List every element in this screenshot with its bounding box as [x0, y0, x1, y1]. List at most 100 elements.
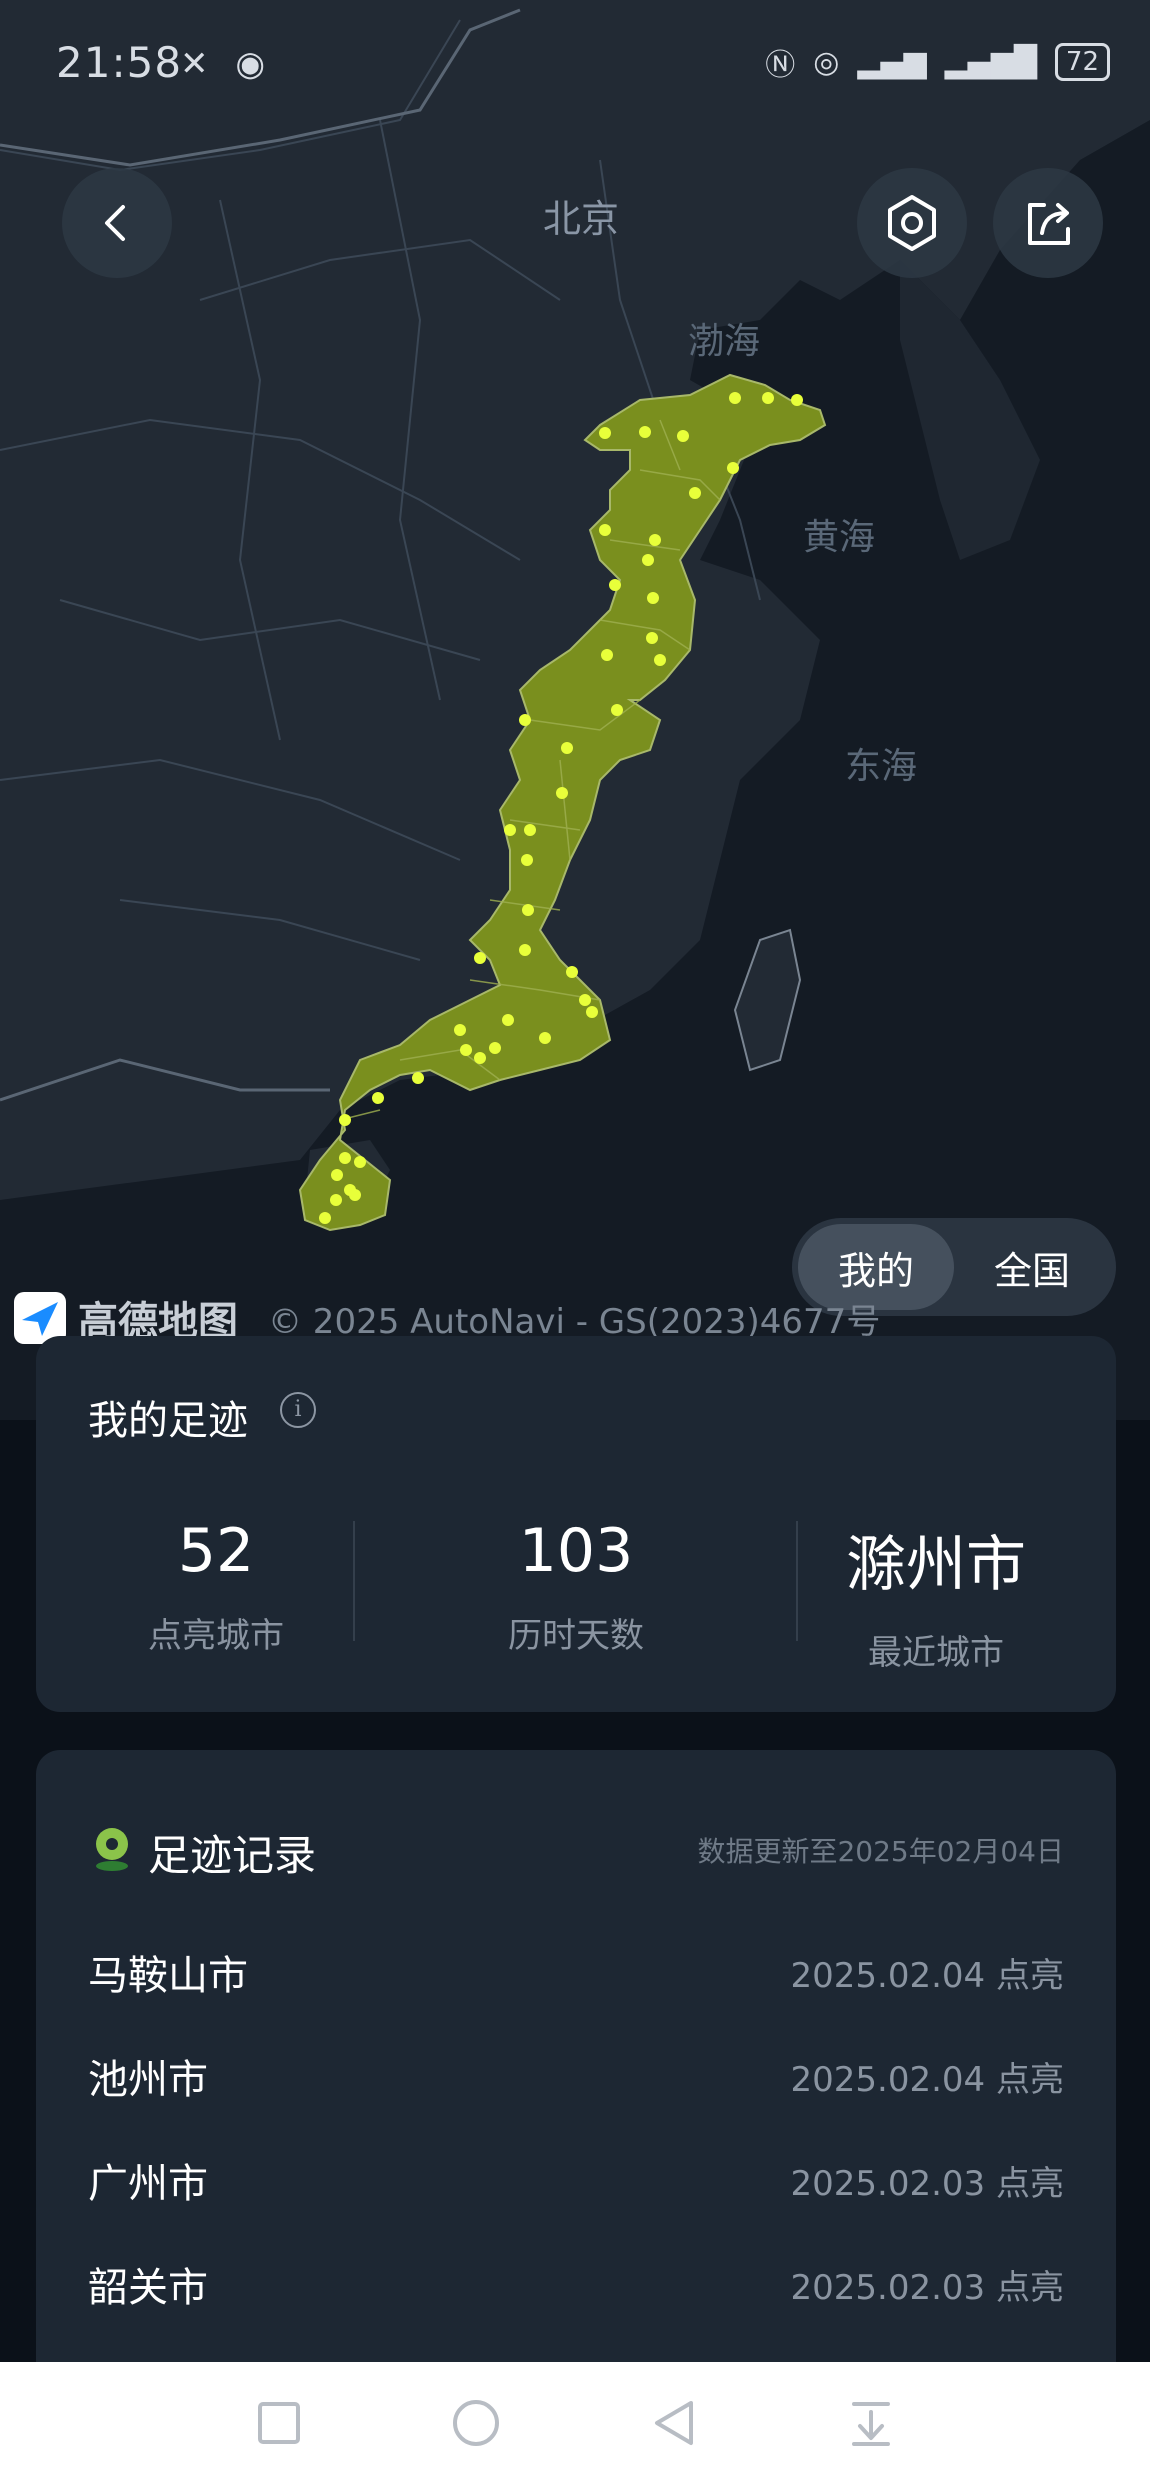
- city-dot: [639, 426, 651, 438]
- city-dot: [689, 487, 701, 499]
- nfc-icon: Ⓝ: [765, 48, 796, 83]
- city-dot: [654, 654, 666, 666]
- stat-label: 历时天数: [508, 1616, 644, 1656]
- stat-recent-city: 滁州市 最近城市: [756, 1516, 1116, 1674]
- city-dot: [729, 392, 741, 404]
- map-label-bohai: 渤海: [688, 321, 761, 362]
- city-dot: [609, 579, 621, 591]
- map-label-huanghai: 黄海: [803, 517, 876, 558]
- footprint-map[interactable]: 北京 渤海 黄海 东海: [0, 0, 1150, 1420]
- home-button[interactable]: [446, 2393, 506, 2453]
- stat-value: 103: [518, 1516, 634, 1586]
- city-dot: [474, 1052, 486, 1064]
- city-dot: [522, 904, 534, 916]
- records-title: 足迹记录: [148, 1831, 317, 1880]
- record-row[interactable]: 韶关市 2025.02.03 点亮: [88, 2244, 1064, 2324]
- city-dot: [791, 394, 803, 406]
- record-row[interactable]: 广州市 2025.02.03 点亮: [88, 2140, 1064, 2220]
- stat-label: 最近城市: [868, 1633, 1004, 1673]
- city-dot: [349, 1189, 361, 1201]
- battery-icon: 72: [1054, 43, 1110, 81]
- hotspot-icon: ◎: [813, 44, 840, 80]
- city-dot: [599, 524, 611, 536]
- city-dot: [372, 1092, 384, 1104]
- records-update-date: 数据更新至2025年02月04日: [697, 1835, 1064, 1868]
- hexagon-settings-icon: [888, 195, 936, 251]
- city-dot: [677, 430, 689, 442]
- status-right-icons: Ⓝ ◎ ▂▄▆ ▂▄▆█ 72: [765, 40, 1110, 84]
- stat-label: 点亮城市: [148, 1616, 284, 1656]
- map-label-beijing: 北京: [543, 197, 620, 241]
- city-dot: [599, 427, 611, 439]
- city-dot: [504, 824, 516, 836]
- square-icon: [257, 2401, 300, 2444]
- record-date: 2025.02.04 点亮: [790, 1955, 1064, 1996]
- city-dot: [579, 994, 591, 1006]
- notification-x-icon: ✕: [180, 44, 209, 84]
- notification-pulldown-button[interactable]: [841, 2393, 901, 2453]
- record-row[interactable]: 池州市 2025.02.04 点亮: [88, 2036, 1064, 2116]
- eye-icon: ◉: [235, 44, 265, 84]
- stat-value: 52: [177, 1516, 255, 1586]
- city-dot: [502, 1014, 514, 1026]
- back-nav-button[interactable]: [644, 2393, 704, 2453]
- city-dot: [519, 714, 531, 726]
- city-dot: [412, 1072, 424, 1084]
- stat-days: 103 历时天数: [396, 1516, 756, 1657]
- record-row[interactable]: 马鞍山市 2025.02.04 点亮: [88, 1932, 1064, 2012]
- footprint-title: 我的足迹: [88, 1398, 248, 1444]
- city-dot: [561, 742, 573, 754]
- triangle-back-icon: [654, 2400, 693, 2445]
- city-dot: [586, 1006, 598, 1018]
- stat-lit-cities: 52 点亮城市: [36, 1516, 396, 1657]
- chevron-left-icon: [105, 205, 125, 241]
- city-dot: [339, 1114, 351, 1126]
- city-dot: [319, 1212, 331, 1224]
- location-pin-icon: [96, 1828, 128, 1871]
- share-icon: [1028, 203, 1070, 245]
- city-dot: [601, 649, 613, 661]
- city-dot: [489, 1042, 501, 1054]
- stat-divider: [353, 1521, 355, 1641]
- record-city: 韶关市: [88, 2265, 208, 2311]
- city-dot: [649, 534, 661, 546]
- city-dot: [727, 462, 739, 474]
- city-dot: [519, 944, 531, 956]
- record-city: 广州市: [88, 2161, 208, 2207]
- city-dot: [454, 1024, 466, 1036]
- city-dot: [762, 392, 774, 404]
- city-dot: [566, 966, 578, 978]
- signal-icon-2: ▂▄▆█: [944, 44, 1037, 80]
- city-dot: [474, 952, 486, 964]
- system-nav-bar: [0, 2362, 1150, 2483]
- city-dot: [460, 1044, 472, 1056]
- record-date: 2025.02.03 点亮: [790, 2267, 1064, 2308]
- info-icon[interactable]: i: [280, 1392, 316, 1428]
- city-dot: [611, 704, 623, 716]
- record-city: 池州市: [88, 2057, 208, 2103]
- city-dot: [339, 1152, 351, 1164]
- city-dot: [647, 592, 659, 604]
- back-button[interactable]: [62, 168, 172, 278]
- settings-button[interactable]: [857, 168, 967, 278]
- city-dot: [646, 632, 658, 644]
- record-date: 2025.02.03 点亮: [790, 2163, 1064, 2204]
- city-dot: [330, 1194, 342, 1206]
- status-notification-icons: ✕ ◉: [180, 44, 265, 84]
- share-button[interactable]: [993, 168, 1103, 278]
- record-city: 马鞍山市: [88, 1953, 248, 1999]
- city-dot: [331, 1169, 343, 1181]
- status-bar: 21:58 ✕ ◉ Ⓝ ◎ ▂▄▆ ▂▄▆█ 72: [0, 0, 1150, 130]
- city-dot: [354, 1156, 366, 1168]
- stat-value: 滁州市: [846, 1530, 1026, 1600]
- city-dot: [642, 554, 654, 566]
- toggle-national[interactable]: 全国: [954, 1224, 1110, 1310]
- city-dot: [556, 787, 568, 799]
- record-date: 2025.02.04 点亮: [790, 2059, 1064, 2100]
- recents-button[interactable]: [249, 2393, 309, 2453]
- city-dot: [524, 824, 536, 836]
- map-label-donghai: 东海: [845, 746, 918, 787]
- pulldown-icon: [852, 2401, 891, 2446]
- signal-icon: ▂▄▆: [857, 44, 927, 80]
- status-time: 21:58: [56, 38, 183, 87]
